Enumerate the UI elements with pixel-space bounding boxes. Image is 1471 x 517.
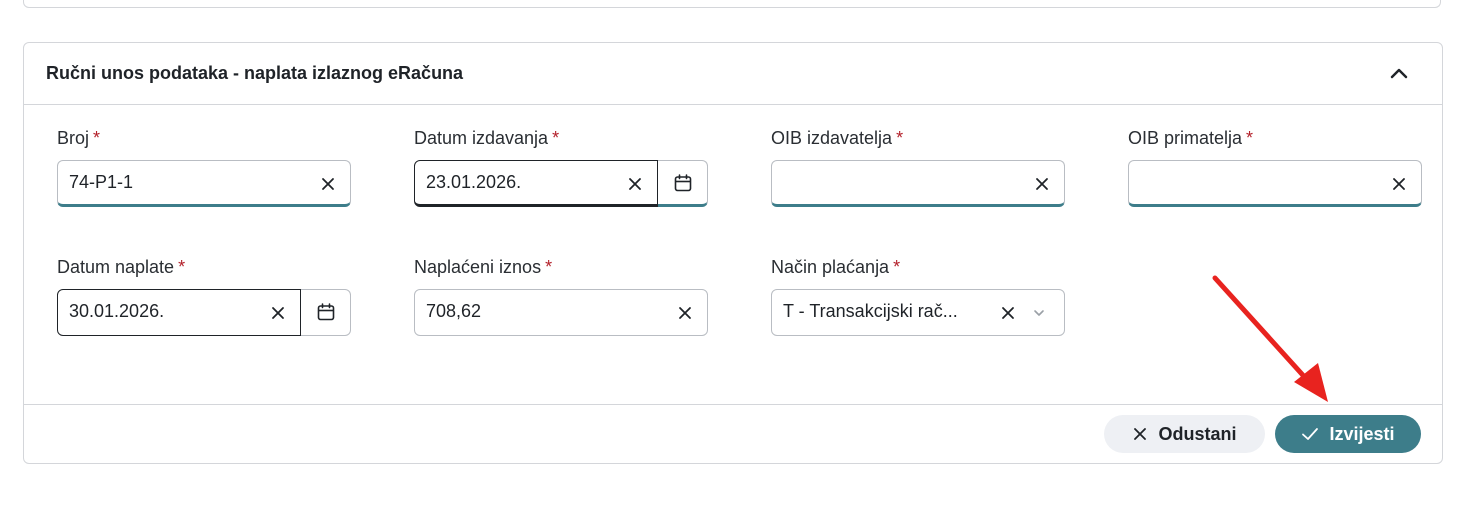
card-footer: Odustani Izvijesti <box>24 404 1442 464</box>
label-naplaceni-iznos: Naplaćeni iznos <box>414 257 542 277</box>
datum-naplate-input-value: 30.01.2026. <box>69 301 165 321</box>
card-header: Ručni unos podataka - naplata izlaznog e… <box>24 43 1442 105</box>
close-icon <box>1134 428 1147 440</box>
check-icon <box>1302 428 1319 440</box>
field-oib-primatelja: OIB primatelja * <box>1128 126 1422 207</box>
field-nacin-placanja: Način plaćanja * T - Transakcijski rač... <box>771 255 1065 336</box>
close-icon[interactable] <box>1391 176 1407 192</box>
submit-button[interactable]: Izvijesti <box>1275 415 1421 453</box>
submit-button-label: Izvijesti <box>1329 423 1395 444</box>
nacin-placanja-selected-value: T - Transakcijski rač... <box>783 301 958 321</box>
label-oib-primatelja: OIB primatelja <box>1128 128 1243 148</box>
required-marker: * <box>178 257 186 277</box>
datum-naplate-input[interactable]: 30.01.2026. <box>57 289 301 336</box>
close-icon[interactable] <box>320 176 336 192</box>
datum-izdavanja-input[interactable]: 23.01.2026. <box>414 160 658 207</box>
cancel-button-label: Odustani <box>1158 423 1237 444</box>
close-icon[interactable] <box>1000 305 1016 321</box>
field-datum-izdavanja: Datum izdavanja * 23.01.2026. <box>414 126 708 207</box>
datum-izdavanja-input-value: 23.01.2026. <box>426 172 522 192</box>
oib-izdavatelja-input[interactable] <box>771 160 1065 207</box>
broj-input-value: 74-P1-1 <box>69 172 134 192</box>
cancel-button[interactable]: Odustani <box>1104 415 1265 453</box>
collapse-button[interactable] <box>1386 61 1412 87</box>
required-marker: * <box>896 128 904 148</box>
label-datum-izdavanja: Datum izdavanja <box>414 128 549 148</box>
nacin-placanja-select[interactable]: T - Transakcijski rač... <box>771 289 1065 336</box>
naplaceni-iznos-input[interactable]: 708,62 <box>414 289 708 336</box>
chevron-down-icon[interactable] <box>1032 307 1046 319</box>
broj-input[interactable]: 74-P1-1 <box>57 160 351 207</box>
label-datum-naplate: Datum naplate <box>57 257 175 277</box>
chevron-up-icon <box>1390 68 1408 79</box>
required-marker: * <box>1246 128 1254 148</box>
close-icon[interactable] <box>270 305 286 321</box>
close-icon[interactable] <box>1034 176 1050 192</box>
label-nacin-placanja: Način plaćanja <box>771 257 890 277</box>
previous-card-edge <box>23 0 1441 8</box>
field-datum-naplate: Datum naplate * 30.01.2026. <box>57 255 351 336</box>
datum-izdavanja-calendar-button[interactable] <box>658 160 708 207</box>
datum-naplate-calendar-button[interactable] <box>301 289 351 336</box>
oib-primatelja-input[interactable] <box>1128 160 1422 207</box>
field-naplaceni-iznos: Naplaćeni iznos * 708,62 <box>414 255 708 336</box>
field-oib-izdavatelja: OIB izdavatelja * <box>771 126 1065 207</box>
label-broj: Broj <box>57 128 90 148</box>
naplaceni-iznos-input-value: 708,62 <box>426 301 482 321</box>
close-icon[interactable] <box>627 176 643 192</box>
required-marker: * <box>545 257 553 277</box>
required-marker: * <box>93 128 101 148</box>
close-icon[interactable] <box>677 305 693 321</box>
card-title: Ručni unos podataka - naplata izlaznog e… <box>46 63 464 83</box>
calendar-icon <box>317 303 335 321</box>
field-broj: Broj * 74-P1-1 <box>57 126 351 207</box>
calendar-icon <box>674 174 692 192</box>
required-marker: * <box>893 257 901 277</box>
manual-entry-card: Ručni unos podataka - naplata izlaznog e… <box>23 42 1443 464</box>
required-marker: * <box>552 128 560 148</box>
label-oib-izdavatelja: OIB izdavatelja <box>771 128 893 148</box>
